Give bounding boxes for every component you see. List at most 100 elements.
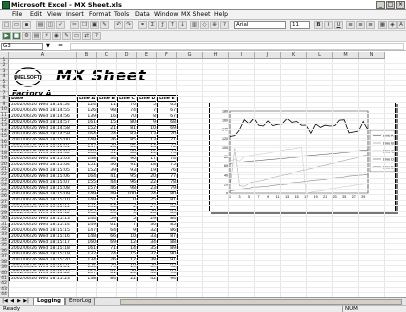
column-header[interactable]: G — [177, 52, 203, 59]
sort-ascending-icon[interactable]: ↑ — [168, 21, 177, 29]
redo-icon[interactable]: ↷ — [124, 21, 133, 29]
gridline-horizontal — [9, 248, 406, 250]
gridline-horizontal — [9, 226, 406, 228]
gridline-horizontal — [9, 276, 406, 277]
hyperlink-icon[interactable]: ⚭ — [138, 21, 147, 29]
name-box-dropdown-icon[interactable]: ▼ — [46, 43, 52, 50]
menu-mx-sheet[interactable]: MX Sheet — [181, 11, 210, 19]
font-name-select[interactable]: Arial — [234, 21, 286, 29]
gridline-horizontal — [9, 177, 406, 179]
drawing-icon[interactable]: ◇ — [200, 21, 209, 29]
mx-comm-icon[interactable]: ⇄ — [82, 32, 91, 40]
menu-insert[interactable]: Insert — [66, 11, 84, 19]
borders-icon[interactable]: ▦ — [378, 21, 387, 29]
x-tick-label: 1 — [229, 195, 231, 199]
print-icon[interactable]: ▤ — [36, 21, 45, 29]
open-folder-icon[interactable]: ▭ — [12, 21, 21, 29]
standard-toolbar: □ ▭ ▪ ▤ ◫ ✓ ✂ ❐ ▣ ✎ ↶ ↷ ⚭ Σ ƒ ↑ ↓ ▥ ◇ ⊕ … — [0, 20, 406, 31]
mx-read-icon[interactable]: ▭ — [72, 32, 81, 40]
align-right-icon[interactable]: ≡ — [366, 21, 375, 29]
paste-icon[interactable]: ▣ — [90, 21, 99, 29]
column-header[interactable]: K — [281, 52, 307, 59]
close-button[interactable]: × — [396, 1, 405, 9]
gridline-horizontal — [9, 243, 406, 245]
minimize-button[interactable]: _ — [376, 1, 385, 9]
gridline-horizontal — [9, 74, 406, 76]
gridline-horizontal — [9, 128, 406, 130]
gridline-horizontal — [9, 254, 406, 256]
mx-logging-stop-icon[interactable]: ■ — [12, 32, 21, 40]
menu-help[interactable]: Help — [214, 11, 228, 19]
align-center-icon[interactable]: ≡ — [356, 21, 365, 29]
italic-button[interactable]: I — [324, 21, 333, 29]
column-header[interactable]: E — [137, 52, 157, 59]
column-header[interactable]: F — [157, 52, 177, 59]
excel-app-icon[interactable] — [2, 1, 10, 9]
mx-settings-icon[interactable]: ⚙ — [22, 32, 31, 40]
autosum-icon[interactable]: Σ — [148, 21, 157, 29]
gridline-horizontal — [9, 161, 406, 163]
name-box[interactable]: G3 — [1, 43, 43, 50]
gridline-horizontal — [9, 117, 406, 119]
underline-button[interactable]: U — [334, 21, 343, 29]
gridline-horizontal — [9, 205, 406, 207]
menu-view[interactable]: View — [47, 11, 62, 19]
gridline-horizontal — [9, 90, 406, 92]
mx-monitor-icon[interactable]: ◉ — [52, 32, 61, 40]
bold-button[interactable]: B — [314, 21, 323, 29]
column-header[interactable]: N — [359, 52, 385, 59]
column-header[interactable]: H — [203, 52, 229, 59]
mx-trigger-icon[interactable]: ⚡ — [42, 32, 51, 40]
font-color-icon[interactable]: A — [397, 21, 405, 29]
column-header[interactable]: D — [117, 52, 137, 59]
mx-device-icon[interactable]: ▤ — [32, 32, 41, 40]
menu-edit[interactable]: Edit — [30, 11, 42, 19]
new-file-icon[interactable]: □ — [2, 21, 11, 29]
gridline-horizontal — [9, 134, 406, 136]
column-header[interactable]: B — [77, 52, 97, 59]
menu-format[interactable]: Format — [89, 11, 111, 19]
title-bar: Microsoft Excel - MX Sheet.xls _ □ × — [0, 0, 406, 10]
font-size-select[interactable]: 11 — [290, 21, 310, 29]
function-icon[interactable]: ƒ — [158, 21, 167, 29]
gridline-horizontal — [9, 112, 406, 114]
mx-logging-start-icon[interactable]: ▶ — [2, 32, 11, 40]
column-header[interactable]: L — [307, 52, 333, 59]
column-header[interactable]: J — [255, 52, 281, 59]
gridline-horizontal — [9, 281, 406, 283]
cut-icon[interactable]: ✂ — [70, 21, 79, 29]
menu-data[interactable]: Data — [135, 11, 150, 19]
x-tick-label: 25 — [342, 195, 346, 199]
gridline-horizontal — [9, 107, 406, 109]
worksheet-grid[interactable]: MELSOFT MX Sheet Factory A Date Line A Lin… — [0, 52, 406, 297]
menu-tools[interactable]: Tools — [114, 11, 129, 19]
sort-descending-icon[interactable]: ↓ — [178, 21, 187, 29]
zoom-icon[interactable]: ⊕ — [210, 21, 219, 29]
insert-function-icon[interactable]: = — [58, 43, 66, 50]
mx-write-icon[interactable]: ✎ — [62, 32, 71, 40]
print-preview-icon[interactable]: ◫ — [46, 21, 55, 29]
menu-window[interactable]: Window — [154, 11, 178, 19]
column-header[interactable]: I — [229, 52, 255, 59]
column-header[interactable]: A — [9, 52, 77, 59]
align-left-icon[interactable]: ≡ — [346, 21, 355, 29]
mx-help-icon[interactable]: ? — [92, 32, 101, 40]
column-header[interactable]: M — [333, 52, 359, 59]
gridline-horizontal — [9, 150, 406, 152]
column-header[interactable]: C — [97, 52, 117, 59]
status-ready: Ready — [3, 306, 21, 312]
fill-color-icon[interactable]: ◈ — [388, 21, 397, 29]
gridline-horizontal — [9, 286, 406, 288]
maximize-button[interactable]: □ — [386, 1, 395, 9]
spelling-icon[interactable]: ✓ — [56, 21, 65, 29]
undo-icon[interactable]: ↶ — [114, 21, 123, 29]
format-painter-icon[interactable]: ✎ — [100, 21, 109, 29]
copy-icon[interactable]: ❐ — [80, 21, 89, 29]
help-icon[interactable]: ? — [220, 21, 229, 29]
chart-wizard-icon[interactable]: ▥ — [190, 21, 199, 29]
menu-file[interactable]: File — [12, 11, 22, 19]
gridline-horizontal — [9, 270, 406, 272]
save-icon[interactable]: ▪ — [22, 21, 31, 29]
window-title: Microsoft Excel - MX Sheet.xls — [11, 1, 122, 9]
formula-input[interactable] — [70, 43, 404, 50]
